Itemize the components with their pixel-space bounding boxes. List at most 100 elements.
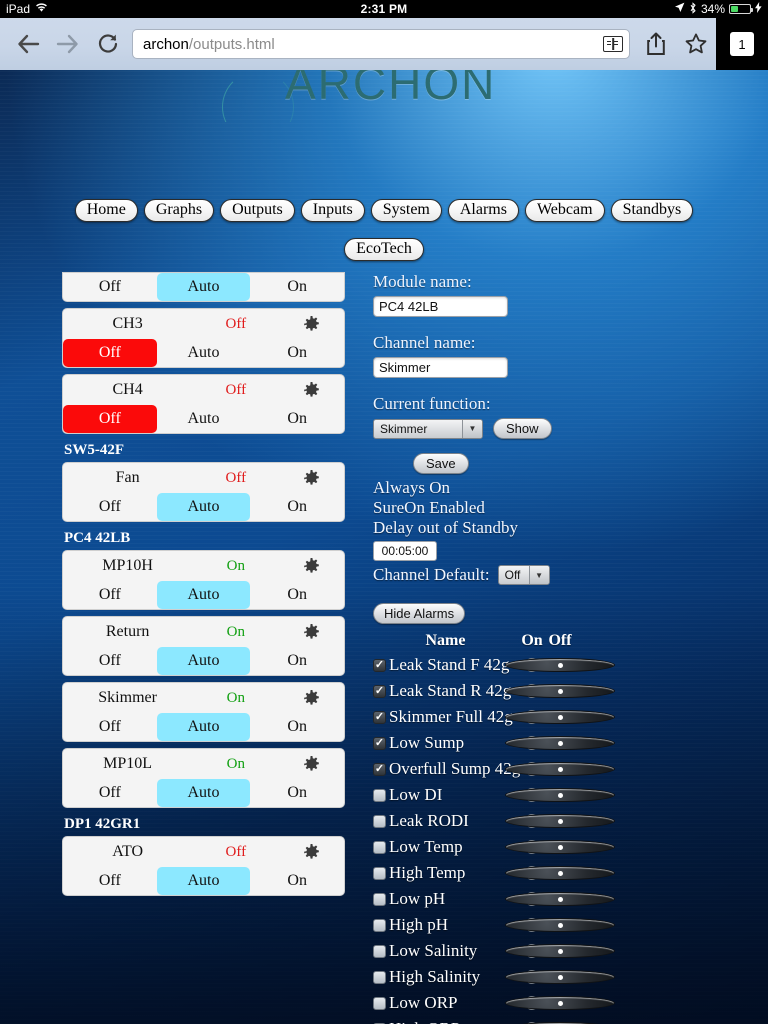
channel-mode-off[interactable]: Off: [63, 779, 157, 807]
bookmark-star-icon[interactable]: [676, 24, 716, 64]
alarm-name-cell: High pH: [373, 915, 518, 935]
reload-button[interactable]: [88, 24, 128, 64]
channel-name-input[interactable]: Skimmer: [373, 357, 508, 378]
channel-mode-off[interactable]: Off: [63, 405, 157, 433]
back-button[interactable]: [8, 24, 48, 64]
channel-mode-segments: Off Auto On: [63, 867, 344, 895]
channel-mode-auto[interactable]: Auto: [156, 647, 251, 675]
nav-item-alarms[interactable]: Alarms: [447, 199, 519, 222]
alarm-off-radio[interactable]: [505, 840, 615, 854]
alarm-off-cell: [505, 762, 615, 776]
channel-mode-on[interactable]: On: [250, 647, 344, 675]
channel-mode-on[interactable]: On: [250, 273, 344, 301]
nav-item-system[interactable]: System: [370, 199, 442, 222]
alarm-off-radio[interactable]: [505, 710, 615, 724]
channel-mode-off[interactable]: Off: [63, 647, 157, 675]
alarm-enable-checkbox[interactable]: [373, 658, 386, 672]
gear-icon[interactable]: [279, 315, 344, 333]
channel-mode-auto[interactable]: Auto: [156, 867, 251, 895]
alarm-off-radio[interactable]: [505, 918, 615, 932]
alarm-enable-checkbox[interactable]: [373, 970, 386, 984]
location-arrow-icon: [674, 2, 685, 16]
delay-out-of-standby-input[interactable]: 00:05:00: [373, 541, 437, 561]
alarm-off-radio[interactable]: [505, 658, 615, 672]
channel-mode-on[interactable]: On: [250, 867, 344, 895]
alarm-off-radio[interactable]: [505, 684, 615, 698]
channel-mode-auto[interactable]: Auto: [156, 713, 251, 741]
reader-view-icon[interactable]: [603, 36, 623, 52]
channel-mode-on[interactable]: On: [250, 713, 344, 741]
current-function-value: Skimmer: [380, 421, 428, 436]
alarm-off-radio[interactable]: [505, 970, 615, 984]
channel-mode-off[interactable]: Off: [63, 493, 157, 521]
channel-mode-off[interactable]: Off: [63, 867, 157, 895]
alarm-off-radio[interactable]: [505, 788, 615, 802]
nav-item-webcam[interactable]: Webcam: [524, 199, 605, 222]
gear-icon[interactable]: [279, 623, 344, 641]
channel-mode-auto[interactable]: Auto: [156, 581, 251, 609]
nav-item-ecotech[interactable]: EcoTech: [344, 238, 424, 261]
gear-icon[interactable]: [279, 557, 344, 575]
channel-mode-off[interactable]: Off: [63, 273, 157, 301]
alarm-enable-checkbox[interactable]: [373, 788, 386, 802]
alarm-enable-checkbox[interactable]: [373, 918, 386, 932]
browser-toolbar: archon/outputs.html 1: [0, 18, 768, 70]
alarm-enable-checkbox[interactable]: [373, 866, 386, 880]
alarm-enable-checkbox[interactable]: [373, 710, 386, 724]
alarm-enable-checkbox[interactable]: [373, 762, 386, 776]
nav-item-graphs[interactable]: Graphs: [143, 199, 215, 222]
alarm-enable-checkbox[interactable]: [373, 840, 386, 854]
channel-mode-auto[interactable]: Auto: [156, 273, 251, 301]
alarm-off-radio[interactable]: [505, 814, 615, 828]
gear-icon[interactable]: [279, 469, 344, 487]
alarm-row: High pH: [373, 912, 713, 938]
gear-icon[interactable]: [279, 843, 344, 861]
alarm-enable-checkbox[interactable]: [373, 736, 386, 750]
gear-icon[interactable]: [279, 381, 344, 399]
chevron-down-icon: ▼: [462, 419, 482, 438]
share-button[interactable]: [636, 24, 676, 64]
hide-alarms-button[interactable]: Hide Alarms: [373, 603, 466, 624]
channel-mode-on[interactable]: On: [250, 581, 344, 609]
gear-icon[interactable]: [279, 755, 344, 773]
alarm-off-radio[interactable]: [505, 762, 615, 776]
current-function-select[interactable]: Skimmer ▼: [373, 418, 483, 439]
alarm-off-radio[interactable]: [505, 944, 615, 958]
channel-mode-on[interactable]: On: [250, 339, 344, 367]
alarm-off-radio[interactable]: [505, 892, 615, 906]
gear-icon[interactable]: [279, 689, 344, 707]
module-name-input[interactable]: PC4 42LB: [373, 296, 508, 317]
channel-mode-off[interactable]: Off: [63, 339, 157, 367]
channel-mode-on[interactable]: On: [250, 405, 344, 433]
channel-mode-off[interactable]: Off: [63, 581, 157, 609]
channel-default-select[interactable]: Off ▼: [497, 565, 550, 585]
alarm-row: Low DI: [373, 782, 713, 808]
forward-button[interactable]: [48, 24, 88, 64]
channel-mode-auto[interactable]: Auto: [156, 493, 251, 521]
channel-mode-on[interactable]: On: [250, 493, 344, 521]
battery-icon: [729, 4, 753, 14]
url-bar[interactable]: archon/outputs.html: [132, 29, 630, 59]
channel-mode-on[interactable]: On: [250, 779, 344, 807]
channel-mode-auto[interactable]: Auto: [156, 779, 251, 807]
nav-item-inputs[interactable]: Inputs: [300, 199, 365, 222]
alarm-enable-checkbox[interactable]: [373, 684, 386, 698]
alarm-enable-checkbox[interactable]: [373, 814, 386, 828]
channel-mode-off[interactable]: Off: [63, 713, 157, 741]
nav-item-home[interactable]: Home: [74, 199, 138, 222]
always-on-status: Always On: [373, 478, 450, 497]
alarm-off-radio[interactable]: [505, 866, 615, 880]
alarm-off-radio[interactable]: [505, 736, 615, 750]
alarm-enable-checkbox[interactable]: [373, 892, 386, 906]
channel-mode-auto[interactable]: Auto: [157, 339, 251, 367]
save-button[interactable]: Save: [413, 453, 469, 474]
tab-count-button[interactable]: 1: [716, 18, 768, 70]
channel-mode-auto[interactable]: Auto: [157, 405, 251, 433]
alarm-enable-checkbox[interactable]: [373, 996, 386, 1010]
alarm-off-radio[interactable]: [505, 996, 615, 1010]
channel-card-header: Fan Off: [63, 463, 344, 493]
nav-item-outputs[interactable]: Outputs: [220, 199, 295, 222]
alarm-enable-checkbox[interactable]: [373, 944, 386, 958]
show-button[interactable]: Show: [493, 418, 552, 439]
nav-item-standbys[interactable]: Standbys: [610, 199, 694, 222]
